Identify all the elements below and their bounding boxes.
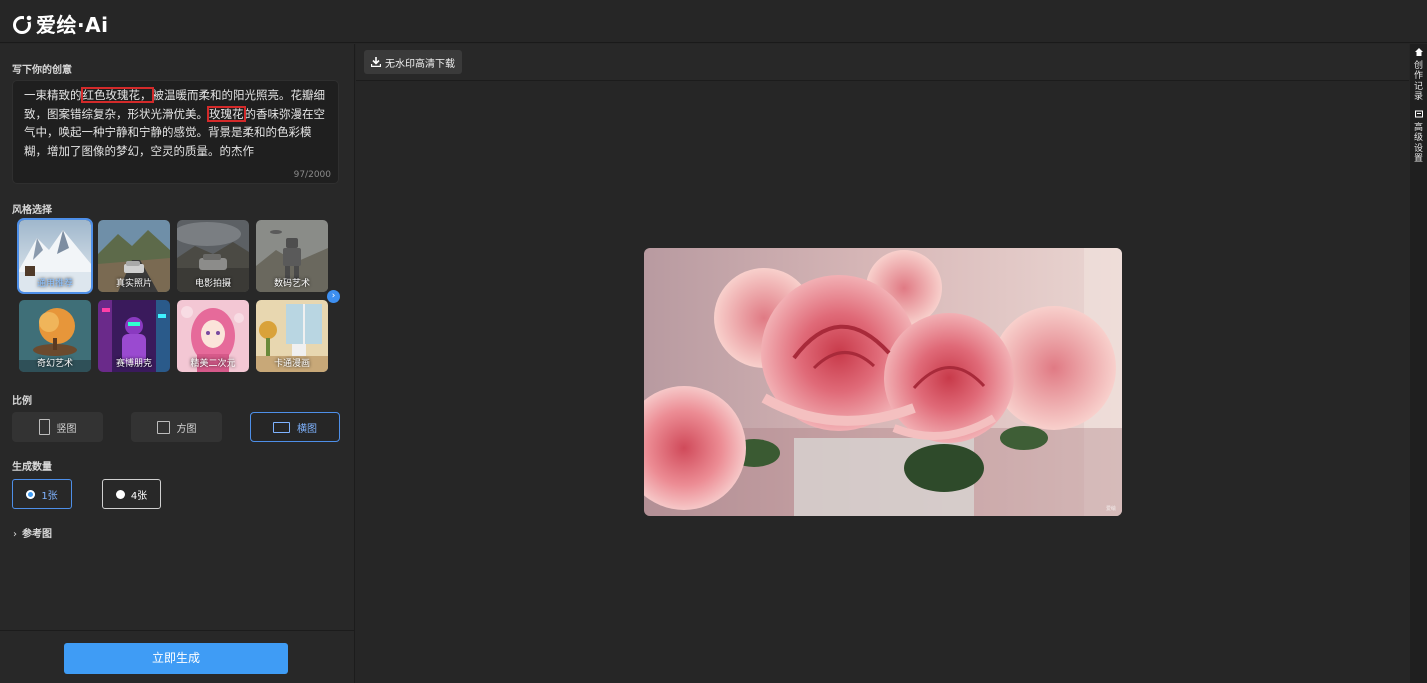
quantity-option-label: 4张 [130,490,148,502]
download-icon [371,57,381,67]
style-tile-cartoon[interactable]: 卡通漫画 [256,300,328,372]
logo-text: 爱绘·Ai [36,13,109,37]
download-label: 无水印高清下载 [385,58,455,70]
radio-unselected-icon [115,489,125,499]
style-grid: 通用推荐 真实照片 电影拍摄 数码艺术 奇幻艺术 赛博朋克 精美二次元 卡通漫画 [17,218,331,372]
reference-label: 参考图 [22,529,52,540]
ratio-label: 比例 [12,396,32,407]
style-tile-cinema[interactable]: 电影拍摄 [177,220,249,292]
side-tab-bar: 创作记录 高级设置 [1410,44,1427,683]
style-tile-photo[interactable]: 真实照片 [98,220,170,292]
portrait-shape-icon [38,419,50,435]
style-tile-cyberpunk[interactable]: 赛博朋克 [98,300,170,372]
style-tile-label: 卡通漫画 [273,359,310,369]
generate-button[interactable]: 立即生成 [64,643,288,674]
style-tile-digital[interactable]: 数码艺术 [256,220,328,292]
result-toolbar: 无水印高清下载 [356,44,1409,81]
quantity-one-button[interactable]: 1张 [12,479,72,509]
left-panel: 写下你的创意 一束精致的红色玫瑰花，被温暖而柔和的阳光照亮。花瓣细致，图案错综复… [0,44,355,683]
result-panel: 无水印高清下载 爱绘 [356,44,1409,683]
ratio-option-label: 横图 [297,423,317,435]
radio-selected-icon [26,489,36,499]
style-tile-label: 通用推荐 [36,279,73,289]
ratio-option-label: 方图 [176,423,197,435]
prompt-text[interactable]: 一束精致的红色玫瑰花，被温暖而柔和的阳光照亮。花瓣细致，图案错综复杂，形状光滑优… [24,86,329,160]
style-tile-fantasy[interactable]: 奇幻艺术 [19,300,91,372]
quantity-four-button[interactable]: 4张 [102,479,161,509]
side-tab-label: 创作记录 [1413,60,1423,103]
style-tile-label: 赛博朋克 [115,359,152,369]
highlighted-keyword: 玫瑰花 [207,105,246,122]
landscape-shape-icon [273,421,290,433]
style-tile-general[interactable]: 通用推荐 [17,218,93,294]
home-icon [1414,48,1423,56]
ratio-portrait-button[interactable]: 竖图 [12,412,103,442]
download-button[interactable]: 无水印高清下载 [364,50,462,74]
side-tab-label: 高级设置 [1413,122,1423,165]
watermark: 爱绘 [1105,506,1116,512]
style-tile-label: 奇幻艺术 [36,359,73,369]
generated-image[interactable]: 爱绘 [644,248,1122,516]
style-tile-label: 精美二次元 [190,359,236,369]
pink-roses-image [644,248,1122,516]
style-tile-label: 真实照片 [115,279,152,289]
top-bar: 爱绘·Ai [0,0,1427,43]
char-count: 97/2000 [293,170,331,180]
prompt-label: 写下你的创意 [12,65,72,76]
ratio-square-button[interactable]: 方图 [131,412,222,442]
chevron-right-icon: › [13,529,17,540]
style-label: 风格选择 [12,205,52,216]
ratio-landscape-button[interactable]: 横图 [250,412,340,442]
side-tab-history[interactable]: 创作记录 [1412,48,1425,103]
app-logo[interactable]: 爱绘·Ai [12,9,108,38]
quantity-option-label: 1张 [41,490,58,502]
style-tile-anime[interactable]: 精美二次元 [177,300,249,372]
generate-area: 立即生成 [0,630,355,683]
logo-icon [13,15,32,34]
highlighted-keyword: 红色玫瑰花， [80,87,154,103]
side-tab-advanced[interactable]: 高级设置 [1412,110,1425,165]
style-tile-label: 电影拍摄 [194,279,231,289]
quantity-label: 生成数量 [12,462,52,473]
ratio-option-label: 竖图 [56,423,77,435]
prompt-input[interactable]: 一束精致的红色玫瑰花，被温暖而柔和的阳光照亮。花瓣细致，图案错综复杂，形状光滑优… [12,80,339,184]
square-shape-icon [156,420,170,434]
prompt-segment: 一束精致的 [24,88,82,102]
chevron-right-icon[interactable]: › [327,290,340,303]
settings-icon [1414,110,1423,118]
style-tile-label: 数码艺术 [273,279,310,289]
reference-toggle[interactable]: › 参考图 [13,525,52,540]
